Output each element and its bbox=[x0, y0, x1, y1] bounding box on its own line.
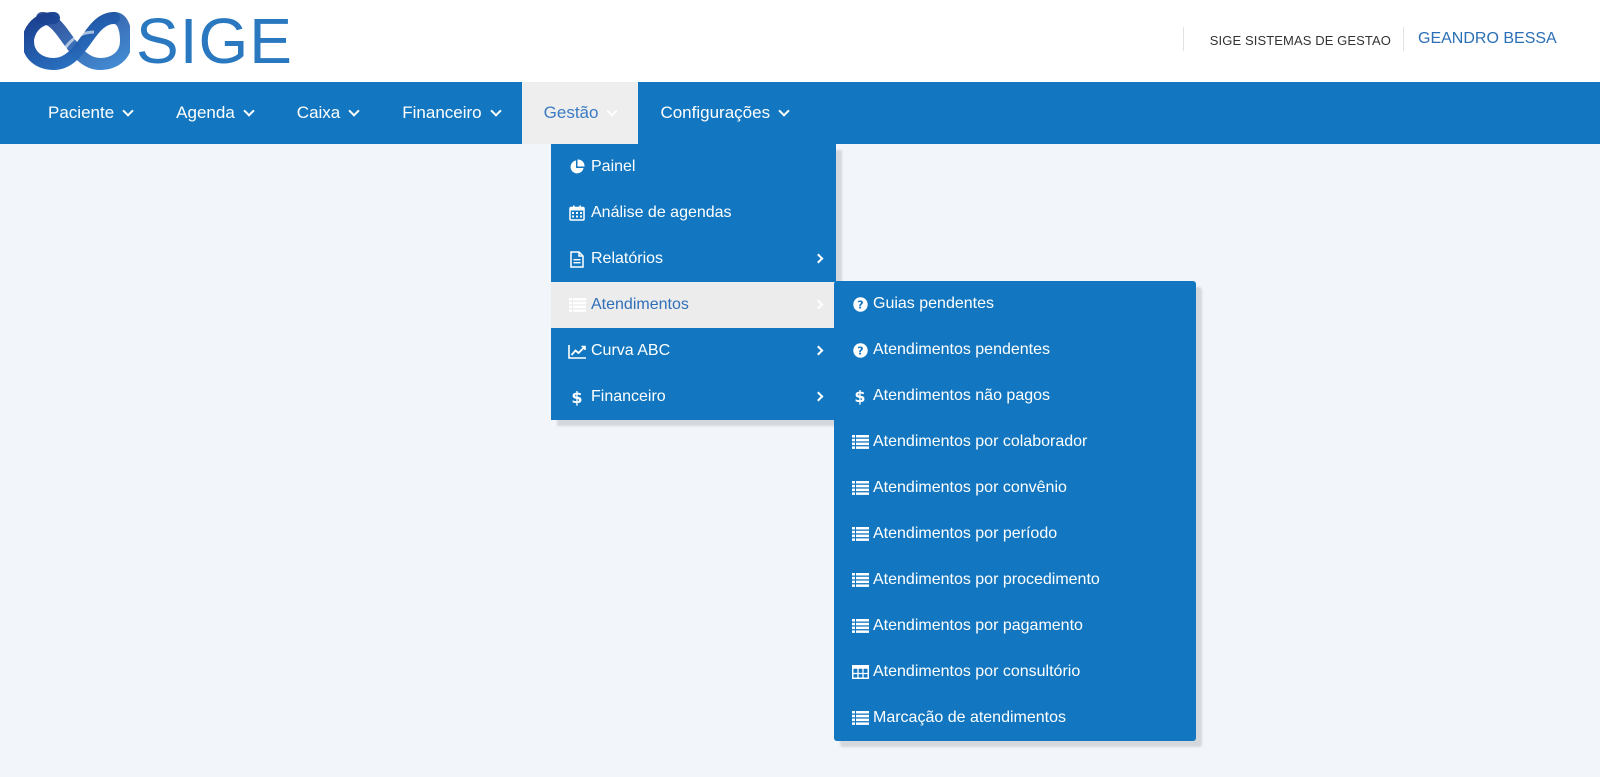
svg-text:?: ? bbox=[857, 298, 863, 311]
menu-item-label: Análise de agendas bbox=[591, 204, 732, 221]
submenu-item-marcacao-de-atendimentos[interactable]: Marcação de atendimentos bbox=[834, 695, 1196, 741]
calendar-icon bbox=[567, 204, 587, 222]
submenu-item-label: Atendimentos por procedimento bbox=[873, 571, 1100, 588]
nav-gestao[interactable]: Gestão bbox=[521, 82, 639, 144]
dollar-icon: $ bbox=[850, 387, 870, 405]
submenu-item-label: Guias pendentes bbox=[873, 295, 994, 312]
menu-item-financeiro[interactable]: $ Financeiro bbox=[551, 374, 836, 420]
sige-logo[interactable]: SIGE bbox=[24, 8, 293, 74]
menu-item-label: Painel bbox=[591, 158, 636, 175]
submenu-item-atendimentos-por-pagamento[interactable]: Atendimentos por pagamento bbox=[834, 603, 1196, 649]
submenu-item-atendimentos-pendentes[interactable]: ? Atendimentos pendentes bbox=[834, 327, 1196, 373]
submenu-item-label: Atendimentos pendentes bbox=[873, 341, 1051, 358]
menu-item-label: Curva ABC bbox=[591, 342, 671, 359]
chevron-right-icon bbox=[813, 345, 824, 356]
submenu-item-atendimentos-por-convenio[interactable]: Atendimentos por convênio bbox=[834, 465, 1196, 511]
nav-label: Agenda bbox=[176, 103, 235, 122]
user-name-link[interactable]: GEANDRO BESSA bbox=[1404, 30, 1600, 48]
file-icon bbox=[567, 250, 587, 268]
submenu-item-atendimentos-por-consultorio[interactable]: Atendimentos por consultório bbox=[834, 649, 1196, 695]
menu-item-label: Relatórios bbox=[591, 250, 664, 267]
submenu-item-label: Atendimentos por colaborador bbox=[873, 433, 1088, 450]
menu-item-analise-de-agendas[interactable]: Análise de agendas bbox=[551, 190, 836, 236]
gestao-dropdown: Painel Análise de agendas Relatórios Ate… bbox=[551, 144, 836, 420]
nav-label: Paciente bbox=[48, 103, 115, 122]
company-name: SIGE SISTEMAS DE GESTAO bbox=[1209, 32, 1391, 48]
table-icon bbox=[850, 663, 870, 681]
list-icon bbox=[567, 296, 587, 314]
submenu-item-label: Atendimentos por consultório bbox=[873, 663, 1081, 680]
submenu-item-label: Marcação de atendimentos bbox=[873, 709, 1066, 726]
top-header: SIGE SIGE SISTEMAS DE GESTAO GEANDRO BES… bbox=[0, 0, 1600, 82]
chevron-down-icon bbox=[778, 105, 790, 117]
chevron-right-icon bbox=[813, 299, 824, 310]
line-chart-icon bbox=[567, 342, 587, 360]
svg-text:$: $ bbox=[571, 388, 582, 406]
submenu-item-atendimentos-nao-pagos[interactable]: $ Atendimentos não pagos bbox=[834, 373, 1196, 419]
chevron-down-icon bbox=[348, 105, 360, 117]
list-icon bbox=[850, 433, 870, 451]
menu-item-relatorios[interactable]: Relatórios bbox=[551, 236, 836, 282]
submenu-item-atendimentos-por-procedimento[interactable]: Atendimentos por procedimento bbox=[834, 557, 1196, 603]
nav-label: Caixa bbox=[296, 103, 341, 122]
dollar-icon: $ bbox=[567, 388, 587, 406]
question-circle-icon: ? bbox=[850, 341, 870, 359]
chevron-down-icon bbox=[122, 105, 134, 117]
nav-financeiro[interactable]: Financeiro bbox=[380, 82, 521, 144]
menu-item-label: Financeiro bbox=[591, 388, 666, 405]
chevron-down-icon bbox=[243, 105, 255, 117]
chevron-right-icon bbox=[813, 391, 824, 402]
nav-paciente[interactable]: Paciente bbox=[26, 82, 154, 144]
nav-label: Gestão bbox=[543, 103, 599, 122]
menu-item-curva-abc[interactable]: Curva ABC bbox=[551, 328, 836, 374]
nav-label: Financeiro bbox=[402, 103, 482, 122]
list-icon bbox=[850, 525, 870, 543]
menu-item-label: Atendimentos bbox=[591, 296, 689, 313]
chevron-down-icon bbox=[489, 105, 502, 117]
chevron-down-icon bbox=[606, 105, 619, 117]
main-navbar: Paciente Agenda Caixa Financeiro Gestão … bbox=[0, 82, 1600, 144]
list-icon bbox=[850, 571, 870, 589]
infinity-logo-icon bbox=[24, 12, 130, 71]
submenu-item-label: Atendimentos não pagos bbox=[873, 387, 1051, 404]
submenu-item-atendimentos-por-periodo[interactable]: Atendimentos por período bbox=[834, 511, 1196, 557]
menu-item-atendimentos[interactable]: Atendimentos bbox=[551, 282, 836, 328]
header-user-area: SIGE SISTEMAS DE GESTAO GEANDRO BESSA bbox=[1182, 27, 1600, 51]
nav-configuracoes[interactable]: Configurações bbox=[638, 82, 810, 144]
submenu-item-atendimentos-por-colaborador[interactable]: Atendimentos por colaborador bbox=[834, 419, 1196, 465]
logo-text: SIGE bbox=[136, 5, 293, 77]
submenu-item-label: Atendimentos por convênio bbox=[873, 479, 1067, 496]
chevron-right-icon bbox=[813, 253, 824, 264]
list-icon bbox=[850, 479, 870, 497]
menu-item-painel[interactable]: Painel bbox=[551, 144, 836, 190]
nav-agenda[interactable]: Agenda bbox=[154, 82, 275, 144]
nav-label: Configurações bbox=[660, 103, 771, 122]
nav-caixa[interactable]: Caixa bbox=[275, 82, 380, 144]
svg-text:$: $ bbox=[854, 387, 865, 405]
pie-chart-icon bbox=[567, 158, 587, 176]
submenu-item-label: Atendimentos por período bbox=[873, 525, 1058, 542]
list-icon bbox=[850, 709, 870, 727]
svg-text:?: ? bbox=[857, 344, 863, 357]
atendimentos-submenu: ? Guias pendentes ? Atendimentos pendent… bbox=[834, 281, 1196, 741]
list-icon bbox=[850, 617, 870, 635]
submenu-item-guias-pendentes[interactable]: ? Guias pendentes bbox=[834, 281, 1196, 327]
question-circle-icon: ? bbox=[850, 295, 870, 313]
submenu-item-label: Atendimentos por pagamento bbox=[873, 617, 1083, 634]
